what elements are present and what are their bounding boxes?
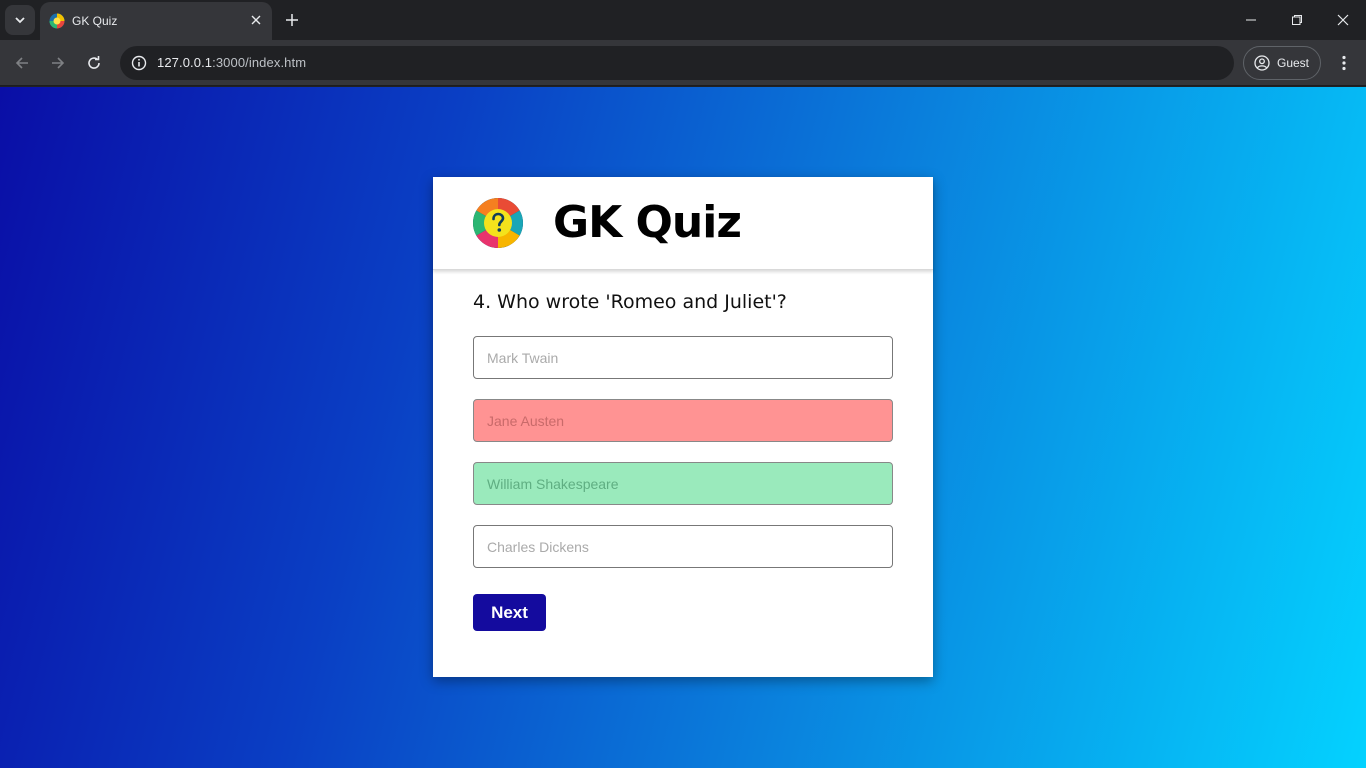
url-host: 127.0.0.1 (157, 55, 213, 70)
restore-icon[interactable] (1274, 0, 1320, 40)
answer-option-1[interactable]: Mark Twain (473, 336, 893, 379)
answer-option-2-wrong[interactable]: Jane Austen (473, 399, 893, 442)
close-icon[interactable] (248, 12, 264, 28)
profile-icon (1254, 55, 1270, 71)
forward-icon[interactable] (44, 49, 72, 77)
plus-icon[interactable] (280, 8, 304, 32)
url-text: 127.0.0.1:3000/index.htm (157, 55, 306, 70)
reload-icon[interactable] (80, 49, 108, 77)
address-bar[interactable]: 127.0.0.1:3000/index.htm (120, 46, 1234, 80)
next-button[interactable]: Next (473, 594, 546, 631)
browser-toolbar: 127.0.0.1:3000/index.htm Guest (0, 40, 1366, 86)
tab-title: GK Quiz (72, 14, 118, 28)
profile-button[interactable]: Guest (1243, 46, 1321, 80)
app-title: GK Quiz (553, 197, 742, 248)
quiz-header: GK Quiz (433, 177, 933, 270)
quiz-card: GK Quiz 4. Who wrote 'Romeo and Juliet'?… (433, 177, 933, 677)
window-controls (1228, 0, 1366, 40)
minimize-icon[interactable] (1228, 0, 1274, 40)
profile-label: Guest (1277, 56, 1310, 70)
close-window-icon[interactable] (1320, 0, 1366, 40)
answer-option-3-correct[interactable]: William Shakespeare (473, 462, 893, 505)
browser-tab[interactable]: GK Quiz (40, 2, 272, 40)
kebab-menu-icon[interactable] (1330, 49, 1358, 77)
page-viewport: GK Quiz 4. Who wrote 'Romeo and Juliet'?… (0, 87, 1366, 768)
url-path: :3000/index.htm (212, 55, 307, 70)
question-text: 4. Who wrote 'Romeo and Juliet'? (473, 291, 787, 313)
quiz-logo-icon (473, 198, 523, 248)
site-info-icon[interactable] (126, 50, 152, 76)
back-icon[interactable] (8, 49, 36, 77)
tab-search-icon[interactable] (5, 5, 35, 35)
answer-option-4[interactable]: Charles Dickens (473, 525, 893, 568)
favicon-icon (49, 13, 65, 29)
tab-strip: GK Quiz (0, 0, 1366, 40)
